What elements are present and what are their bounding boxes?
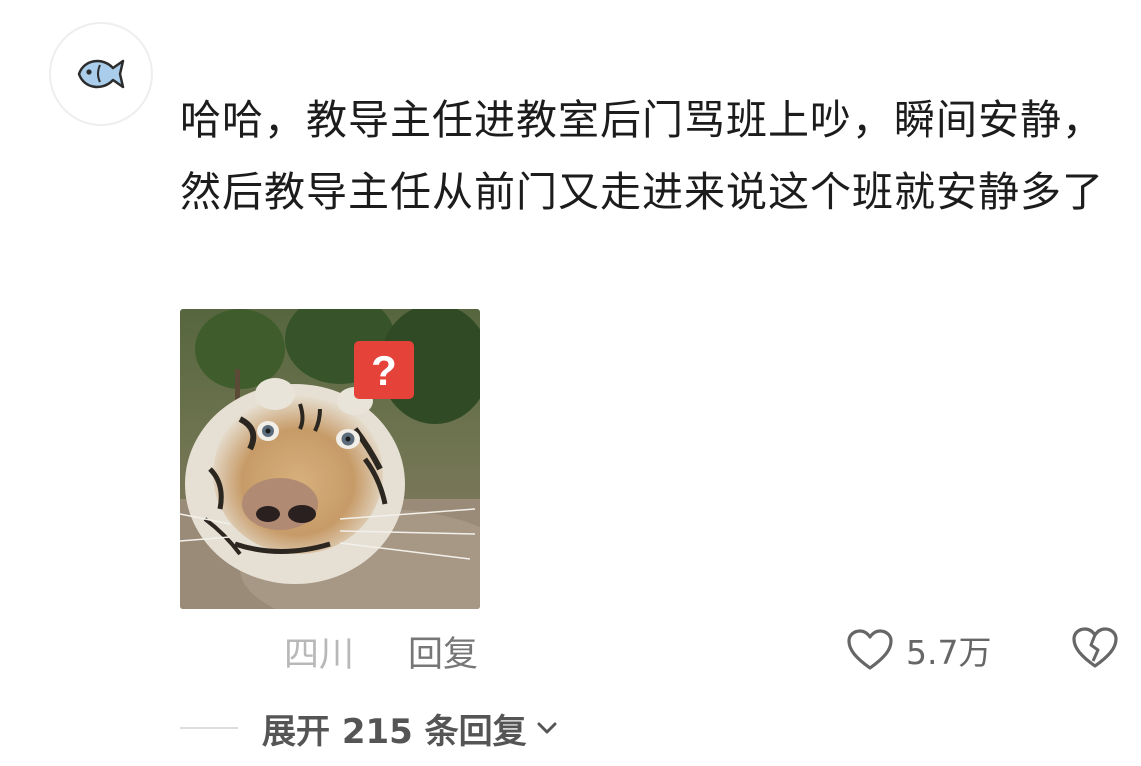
broken-heart-icon — [1072, 627, 1118, 668]
comment-image[interactable]: ? — [180, 309, 480, 609]
fish-avatar-icon — [77, 59, 125, 89]
location-label: 四川 — [284, 635, 355, 675]
heart-outline-icon — [847, 629, 893, 670]
expand-replies-row: 展开 215 条回复 — [180, 704, 559, 752]
chevron-down-icon — [537, 722, 557, 734]
expand-replies-button[interactable]: 展开 215 条回复 — [262, 704, 559, 753]
expand-replies-label: 展开 215 条回复 — [262, 711, 527, 752]
comment-text: 哈哈，教导主任进教室后门骂班上吵，瞬间安静，然后教导主任从前门又走进来说这个班就… — [180, 96, 1104, 216]
like-button[interactable]: 5.7万 — [846, 626, 991, 674]
question-mark-icon: ? — [371, 347, 397, 394]
like-count: 5.7万 — [906, 633, 992, 672]
divider-line — [180, 727, 238, 729]
reply-button[interactable]: 回复 — [408, 626, 478, 677]
tiger-image: ? — [180, 309, 480, 609]
dislike-button[interactable] — [1071, 626, 1119, 674]
comment-meta-row: 四川 回复 5.7万 — [0, 622, 1141, 678]
avatar[interactable] — [49, 22, 153, 126]
